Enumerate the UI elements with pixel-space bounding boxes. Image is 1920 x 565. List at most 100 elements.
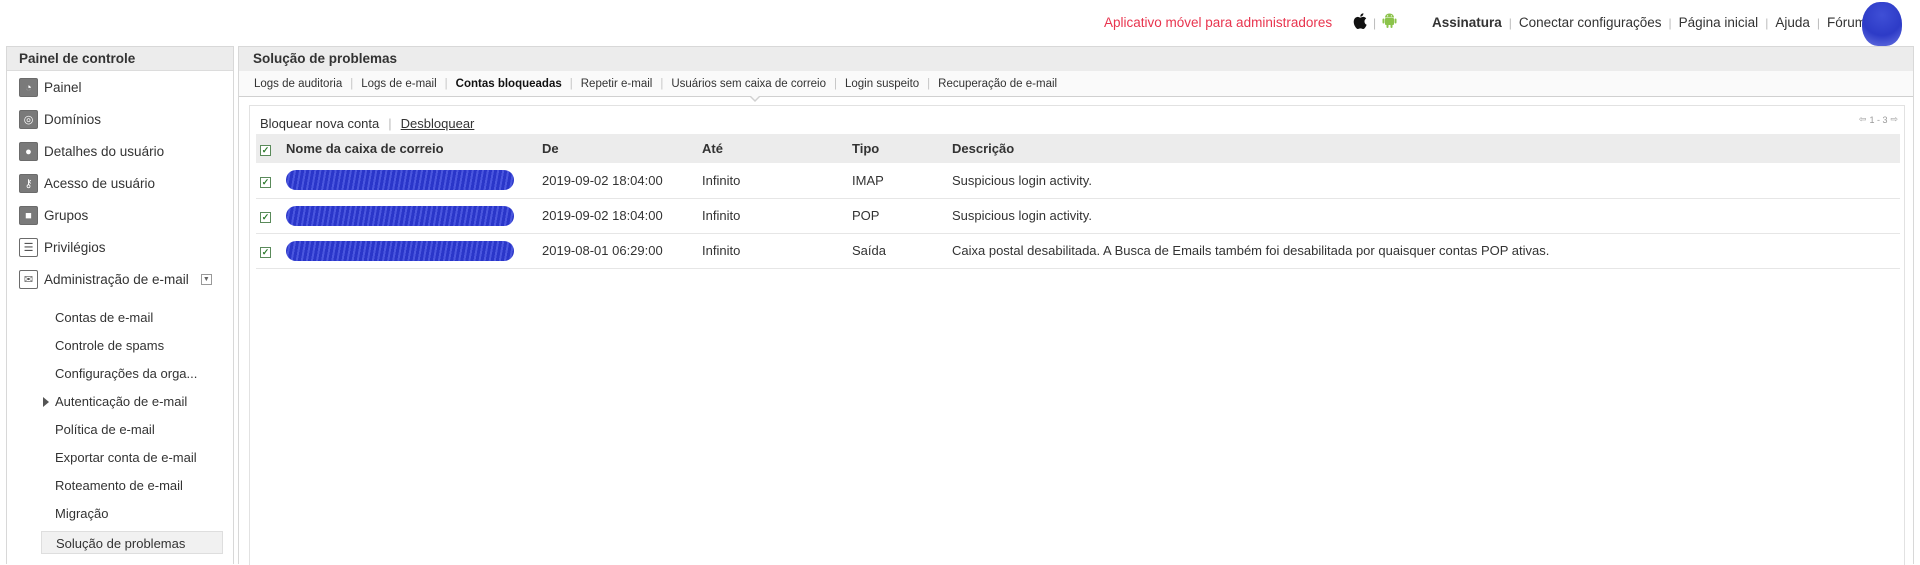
globe-icon: ◎ [19,110,38,129]
subitem-export-account[interactable]: Exportar conta de e-mail [55,450,197,465]
subitem-org-settings[interactable]: Configurações da orga... [55,366,197,381]
table-header-row: ✓ Nome da caixa de correio De Até Tipo D… [256,134,1900,163]
table-row[interactable]: ✓ 2019-08-01 06:29:00 Infinito Saída Cai… [256,233,1900,268]
column-mailbox[interactable]: Nome da caixa de correio [282,134,538,163]
subitem-spam-control[interactable]: Controle de spams [55,338,164,353]
cell-type: POP [852,208,880,223]
subitem-email-authentication[interactable]: Autenticação de e-mail [42,394,187,409]
help-link[interactable]: Ajuda [1768,15,1817,30]
next-page-icon[interactable]: ⇨ [1890,114,1898,125]
subitem-troubleshooting[interactable]: Solução de problemas [41,531,223,554]
separator: | [660,77,664,90]
subitem-migration[interactable]: Migração [55,506,108,521]
blocked-accounts-panel: Bloquear nova conta | Desbloquear ⇦ 1 - … [249,105,1905,565]
sidebar-item-groups[interactable]: ■ Grupos [19,206,88,225]
pager: ⇦ 1 - 3 ⇨ [1859,114,1898,125]
user-icon: ● [19,142,38,161]
sidebar-item-label: Acesso de usuário [44,176,156,191]
redacted-mailbox [286,170,514,191]
cell-description: Suspicious login activity. [952,172,1092,188]
top-bar: Aplicativo móvel para administradores | … [0,0,1920,46]
subscription-link[interactable]: Assinatura [1432,15,1509,30]
select-all-checkbox[interactable]: ✓ [260,145,271,156]
sidebar-item-domains[interactable]: ◎ Domínios [19,110,101,129]
blocked-accounts-table: ✓ Nome da caixa de correio De Até Tipo D… [256,134,1900,269]
dashboard-icon: ◔ [19,78,38,97]
subitem-email-policy[interactable]: Política de e-mail [55,422,155,437]
separator: | [927,77,931,90]
sidebar-item-user-details[interactable]: ● Detalhes do usuário [19,142,164,161]
tab-email-logs[interactable]: Logs de e-mail [361,78,436,90]
unblock-button[interactable]: Desbloquear [401,116,475,131]
tab-retry-email[interactable]: Repetir e-mail [581,78,653,90]
cell-until: Infinito [702,208,741,223]
sidebar-item-label: Detalhes do usuário [44,144,165,159]
active-tab-pointer [749,95,761,102]
tab-bar: Logs de auditoria | Logs de e-mail | Con… [239,71,1913,97]
top-links: Assinatura | Conectar configurações | Pá… [1432,15,1873,30]
user-access-icon: ⚷ [19,174,38,193]
separator: | [350,77,354,90]
cell-description: Suspicious login activity. [952,208,1092,223]
main-panel: Solução de problemas Logs de auditoria |… [238,46,1914,565]
cell-from: 2019-09-02 18:04:00 [542,172,663,188]
android-icon[interactable] [1382,13,1397,32]
sidebar-item-label: Administração de e-mail [44,272,189,287]
cell-until: Infinito [702,243,741,258]
platform-links: | [1353,13,1397,32]
tab-users-without-mailbox[interactable]: Usuários sem caixa de correio [671,78,826,90]
separator: | [569,77,573,90]
groups-icon: ■ [19,206,38,225]
redacted-mailbox [286,205,514,226]
table-row[interactable]: ✓ 2019-09-02 18:04:00 Infinito POP Suspi… [256,198,1900,233]
cell-type: IMAP [852,172,884,188]
separator: | [834,77,837,90]
cell-type: Saída [852,243,886,258]
action-bar: Bloquear nova conta | Desbloquear [260,116,474,131]
privileges-icon: ☰ [19,238,38,257]
column-type[interactable]: Tipo [848,134,948,163]
mail-icon: ✉ [19,270,38,289]
redacted-mailbox [286,240,514,261]
row-checkbox[interactable]: ✓ [260,247,271,258]
sidebar-item-label: Privilégios [44,240,106,255]
subitem-email-accounts[interactable]: Contas de e-mail [55,310,153,325]
sidebar-title: Painel de controle [7,47,233,71]
avatar[interactable] [1862,2,1902,46]
mobile-app-promo-link[interactable]: Aplicativo móvel para administradores [1104,15,1332,30]
cell-until: Infinito [702,172,741,188]
sidebar-item-label: Painel [44,80,82,95]
cell-description: Caixa postal desabilitada. A Busca de Em… [952,243,1550,258]
home-link[interactable]: Página inicial [1672,15,1766,30]
block-new-account-button[interactable]: Bloquear nova conta [260,116,379,131]
column-description[interactable]: Descrição [948,134,1900,163]
prev-page-icon[interactable]: ⇦ [1859,114,1867,125]
page-title: Solução de problemas [239,47,1913,71]
cell-from: 2019-08-01 06:29:00 [542,243,663,258]
row-checkbox[interactable]: ✓ [260,176,271,188]
separator: | [388,116,392,131]
page-range: 1 - 3 [1869,114,1888,125]
tab-blocked-accounts[interactable]: Contas bloqueadas [456,78,562,90]
separator: | [444,77,448,90]
separator: | [1373,15,1377,30]
sidebar-item-user-access[interactable]: ⚷ Acesso de usuário [19,174,155,193]
apple-icon[interactable] [1353,13,1367,32]
tab-email-recovery[interactable]: Recuperação de e-mail [938,78,1057,90]
sidebar-item-privileges[interactable]: ☰ Privilégios [19,238,106,257]
row-checkbox[interactable]: ✓ [260,212,271,223]
column-until[interactable]: Até [698,134,848,163]
cell-from: 2019-09-02 18:04:00 [542,208,663,223]
column-from[interactable]: De [538,134,698,163]
connect-settings-link[interactable]: Conectar configurações [1512,15,1669,30]
sidebar-item-mail-admin[interactable]: ✉ Administração de e-mail ▼ [19,270,212,289]
sidebar-item-label: Grupos [44,208,89,223]
subitem-email-routing[interactable]: Roteamento de e-mail [55,478,183,493]
sidebar-item-dashboard[interactable]: ◔ Painel [19,78,82,97]
tab-audit-logs[interactable]: Logs de auditoria [254,78,342,90]
table-row[interactable]: ✓ 2019-09-02 18:04:00 Infinito IMAP Susp… [256,163,1900,198]
chevron-down-icon[interactable]: ▼ [200,274,212,285]
sidebar-item-label: Domínios [44,112,102,127]
tab-suspicious-login[interactable]: Login suspeito [845,78,919,90]
sidebar: Painel de controle ◔ Painel ◎ Domínios ●… [6,46,234,564]
